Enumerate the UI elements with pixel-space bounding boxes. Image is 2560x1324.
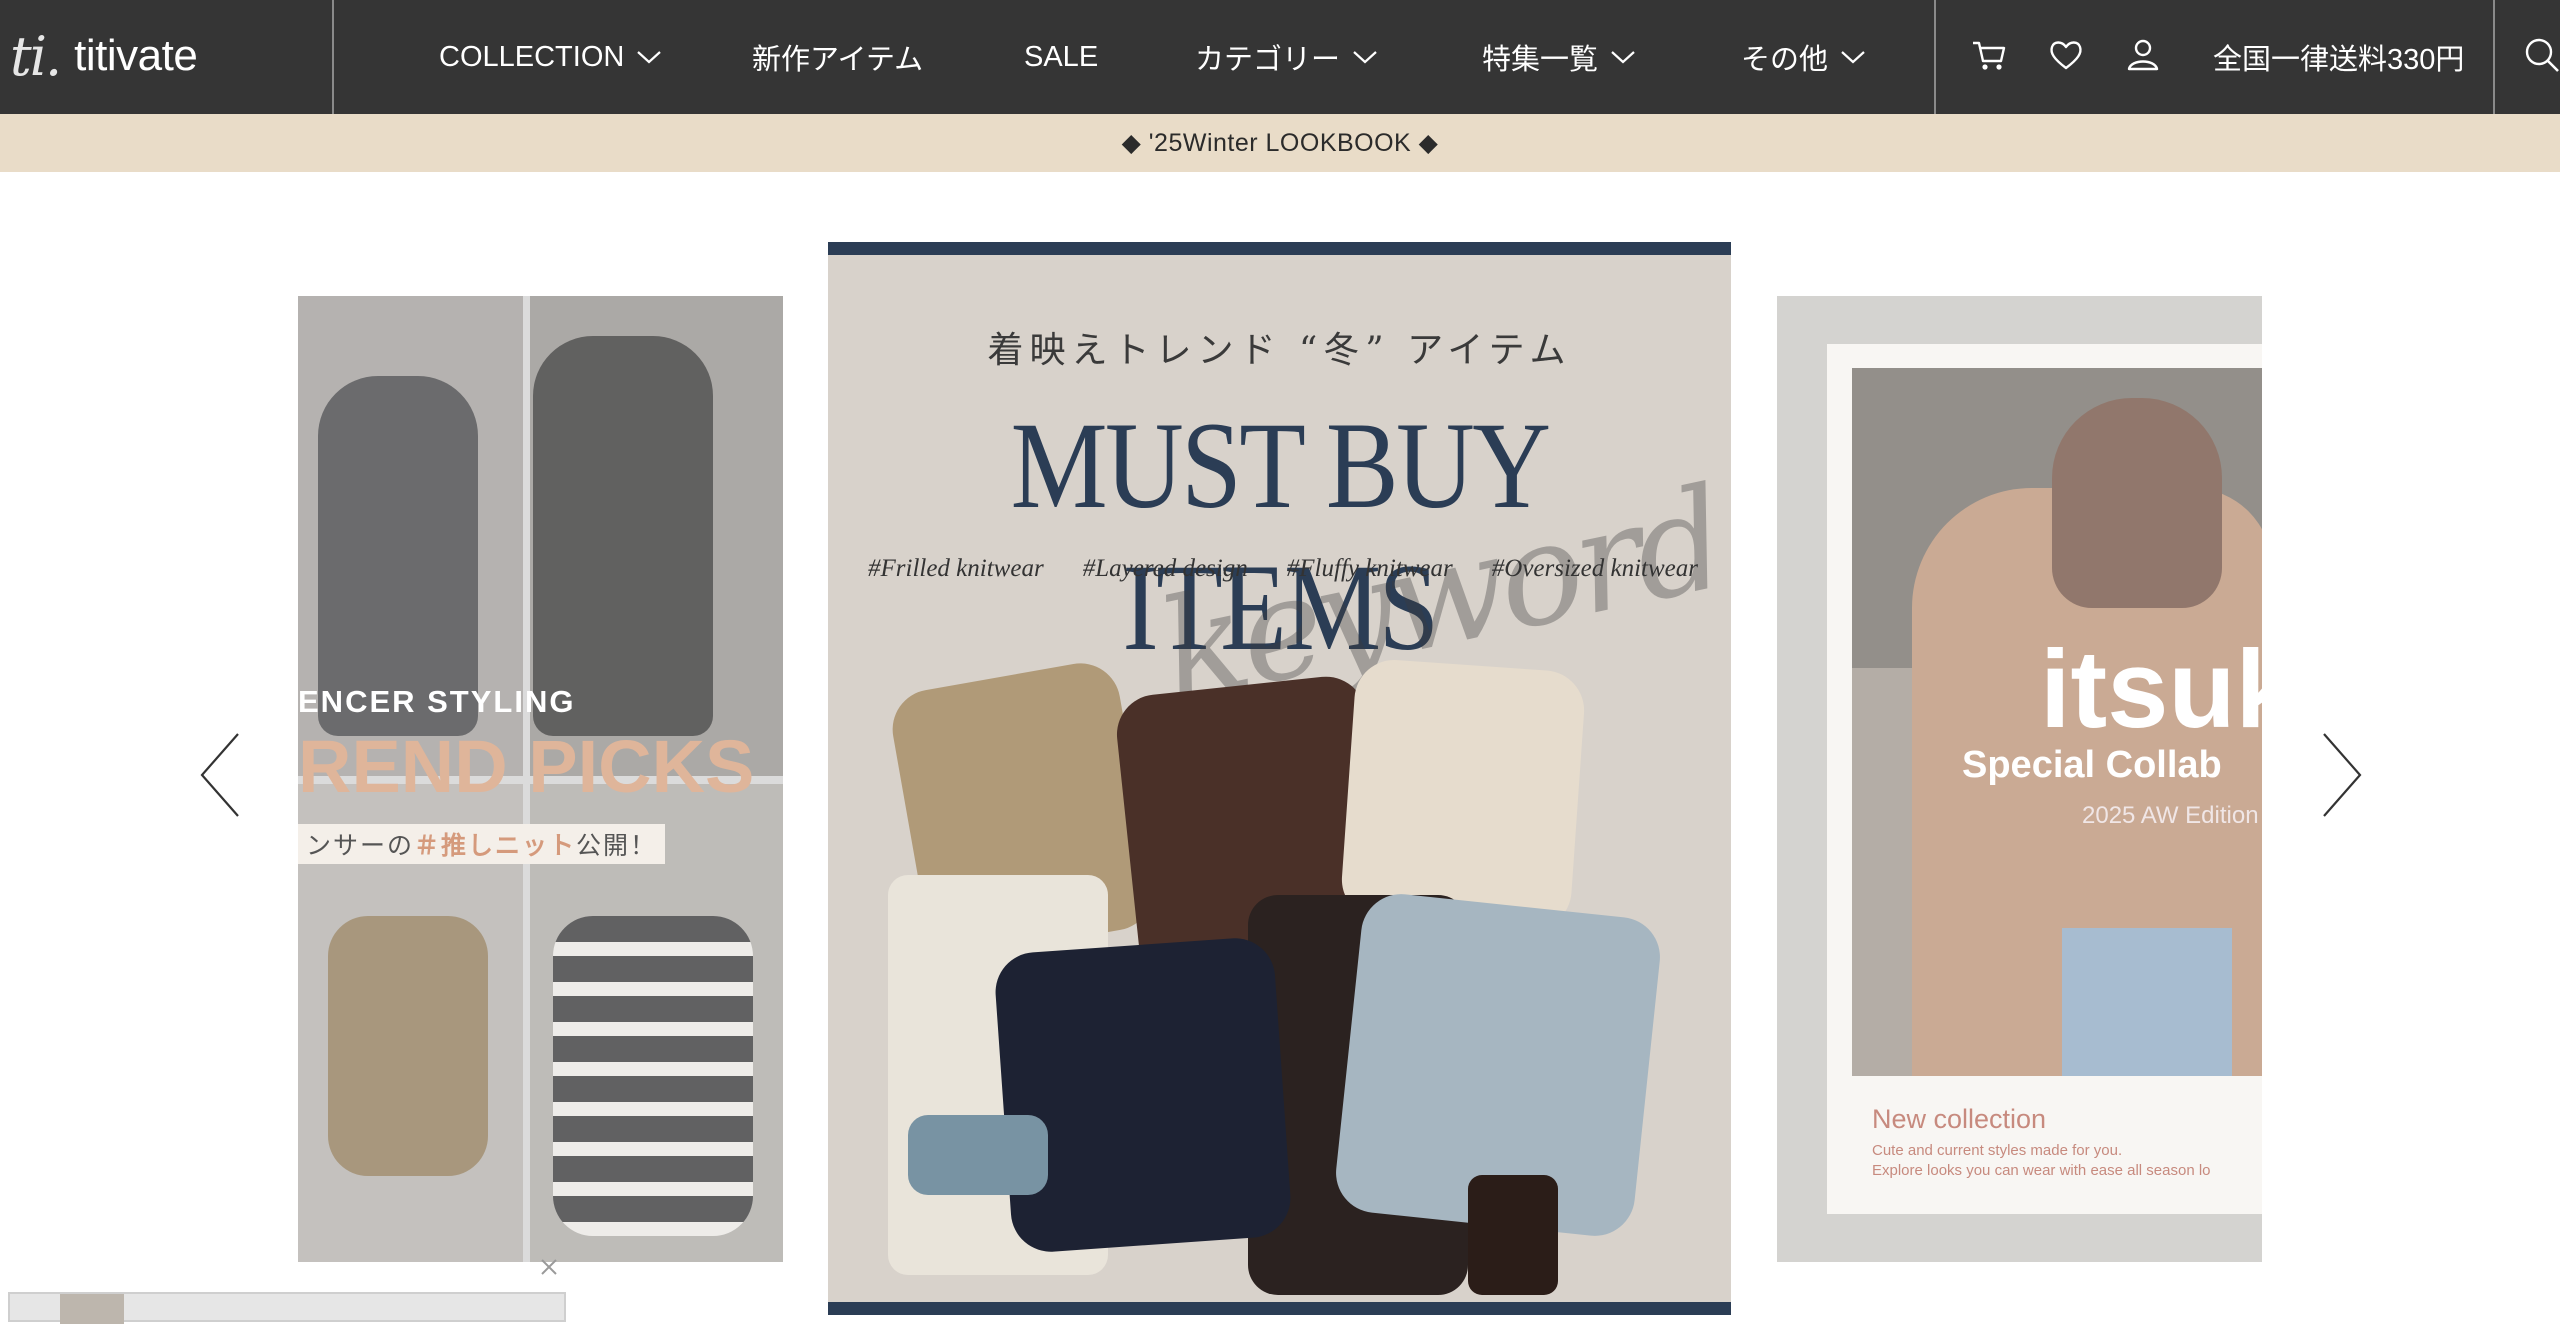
slide-description: Cute and current styles made for you. [1872,1142,2123,1159]
nav-item-category[interactable]: カテゴリー [1195,0,1378,114]
chevron-down-icon [1840,48,1866,66]
close-icon[interactable] [534,1252,564,1282]
carousel-slide-current[interactable]: 着映えトレンド “冬” アイテム MUST BUY ITEMS keyword … [828,242,1731,1315]
nav-item-new-items[interactable]: 新作アイテム [752,0,923,114]
chevron-left-icon [200,733,239,817]
announcement-bar[interactable]: ◆ '25Winter LOOKBOOK ◆ [0,114,2560,172]
slide-tag: #Fluffy knitwear [1286,555,1453,582]
slide-subcaption: ンサーの ＃推しニット 公開！ [298,824,666,864]
chevron-right-icon [2323,733,2362,817]
heart-icon[interactable] [2046,35,2086,75]
nav-label: カテゴリー [1195,44,1341,76]
chevron-down-icon [636,48,662,66]
slide-caption: Special Collab [1962,744,2222,786]
shipping-info: 全国一律送料330円 [2213,44,2465,76]
nav-item-sale[interactable]: SALE [1024,0,1098,114]
slide-tags: #Frilled knitwear #Layered design #Fluff… [868,555,1698,583]
subcaption-prefix: ンサーの [306,832,415,860]
nav-item-other[interactable]: その他 [1741,0,1866,114]
slide-headline: REND PICKS [298,725,755,808]
slide-headline: itsuk [2040,628,2262,751]
header-divider [332,0,334,114]
header-divider [2493,0,2495,114]
carousel-slide-next[interactable]: itsuk Special Collab 2025 AW Edition New… [1777,296,2262,1262]
site-logo[interactable]: ti. titivate [10,24,330,88]
header-divider [1934,0,1936,114]
knit-navy-top [992,935,1294,1255]
nav-item-collection[interactable]: COLLECTION [439,0,662,114]
site-header: ti. titivate COLLECTION 新作アイテム SALE カテゴリ… [0,0,2560,114]
subcaption-accent: ＃推しニット [414,832,577,860]
slide-description: Explore looks you can wear with ease all… [1872,1162,2211,1179]
logo-mark: ti. [10,24,62,88]
carousel-slide-prev[interactable]: ENCER STYLING REND PICKS ンサーの ＃推しニット 公開！ [298,296,783,1262]
cart-icon[interactable] [1969,35,2009,75]
popup-widget[interactable] [8,1292,566,1324]
nav-label: その他 [1741,44,1829,76]
slide-subtitle: 着映えトレンド “冬” アイテム [987,330,1572,371]
search-icon[interactable] [2522,35,2560,75]
subcaption-suffix: 公開！ [576,832,658,860]
nav-label: COLLECTION [439,40,625,73]
chevron-down-icon [1610,48,1636,66]
brown-boots [1468,1175,1558,1295]
announcement-text: ◆ '25Winter LOOKBOOK ◆ [1121,129,1439,157]
carousel-prev-button[interactable] [196,730,246,820]
carousel-next-button[interactable] [2316,730,2366,820]
slide-new-collection: New collection [1872,1104,2047,1134]
slide-edition: 2025 AW Edition [2082,802,2259,829]
user-icon[interactable] [2123,35,2163,75]
slide-tag: #Oversized knitwear [1491,555,1698,582]
nav-label: 特集一覧 [1482,44,1599,76]
blue-handbag [908,1115,1048,1195]
slide-tag: #Layered design [1082,555,1248,582]
nav-label: 新作アイテム [752,44,924,76]
nav-item-features[interactable]: 特集一覧 [1482,0,1636,114]
logo-text: titivate [74,31,198,80]
slide-tag: #Frilled knitwear [868,555,1044,582]
chevron-down-icon [1352,48,1378,66]
knit-cream-cardigan [1339,657,1587,933]
nav-label: SALE [1024,40,1099,73]
widget-thumbnail [60,1294,124,1324]
slide-caption: ENCER STYLING [298,684,576,719]
